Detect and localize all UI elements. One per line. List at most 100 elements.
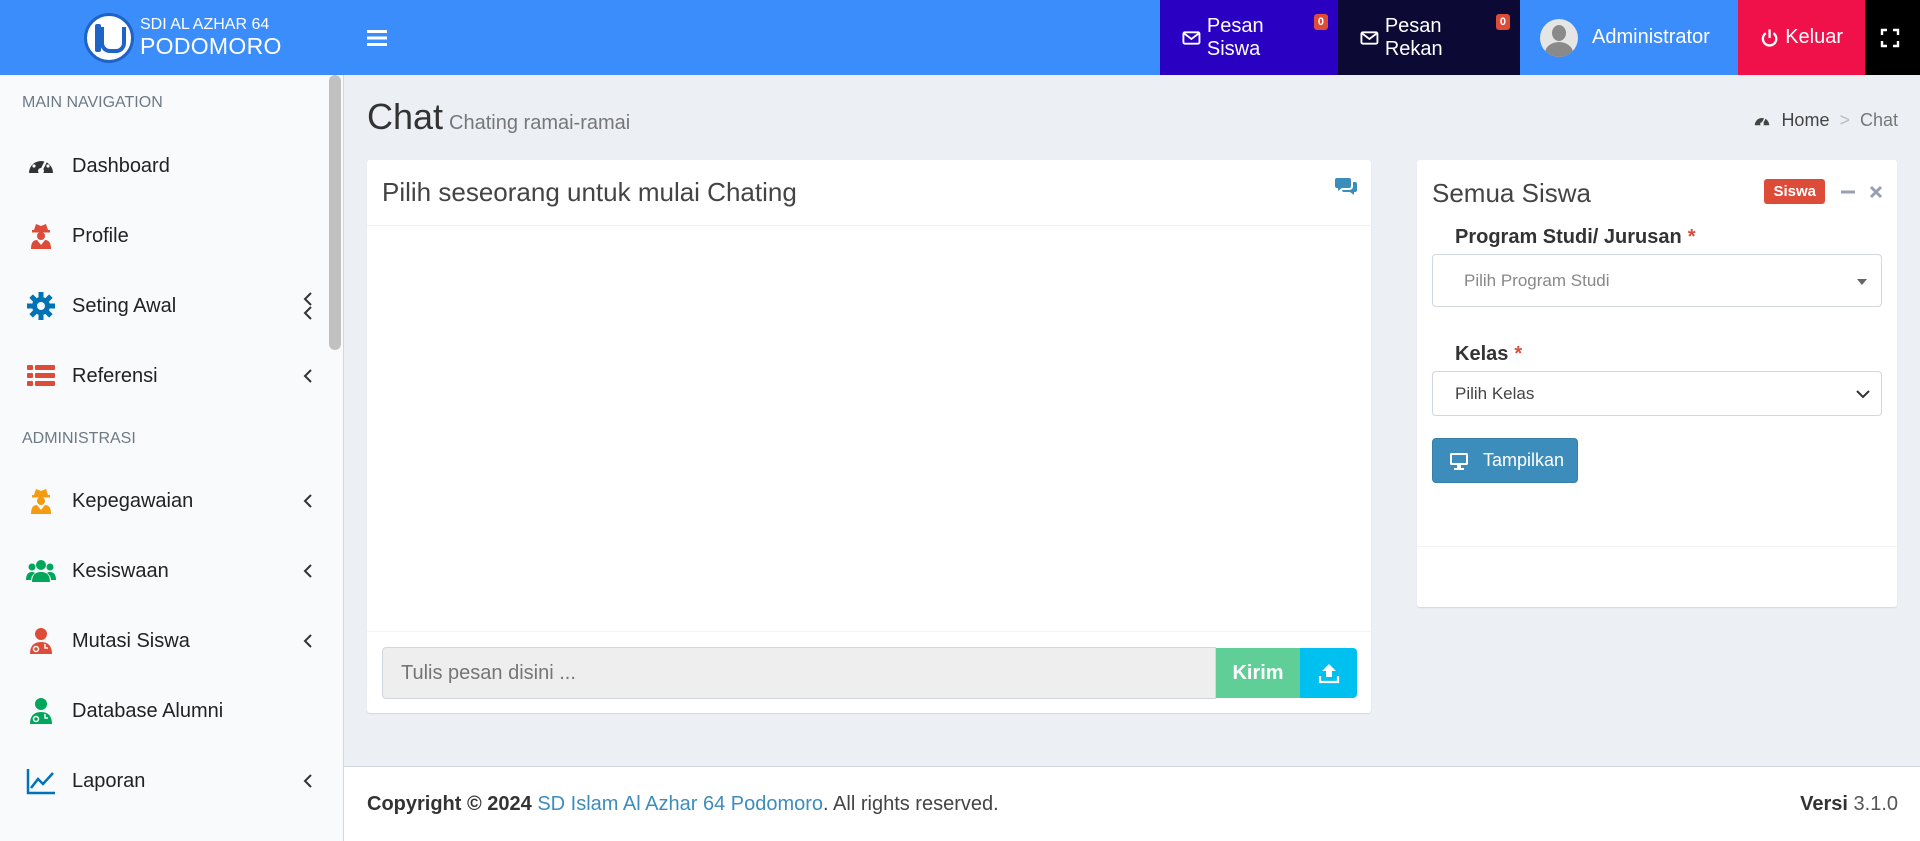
sidebar-item-kepegawaian[interactable]: Kepegawaian <box>0 466 343 536</box>
chevron-left-icon <box>303 564 312 578</box>
program-studi-select[interactable]: Pilih Program Studi <box>1432 254 1882 307</box>
user-md-icon <box>30 698 52 724</box>
close-icon[interactable] <box>1868 184 1884 200</box>
pesan-rekan-button[interactable]: Pesan Rekan 0 <box>1338 0 1520 75</box>
chevron-left-icon <box>303 494 312 508</box>
line-chart-icon <box>26 769 55 795</box>
chevron-left-icon <box>303 369 312 383</box>
sidebar-header-admin: ADMINISTRASI <box>22 429 136 447</box>
dashboard-icon <box>1755 117 1770 126</box>
pesan-siswa-button[interactable]: Pesan Siswa 0 <box>1160 0 1338 75</box>
required-mark: * <box>1514 343 1523 365</box>
pesan-siswa-badge: 0 <box>1313 14 1328 30</box>
pesan-rekan-badge: 0 <box>1495 14 1510 30</box>
sidebar-item-label: Kepegawaian <box>72 489 194 512</box>
avatar <box>1540 18 1578 57</box>
chevron-left-icon <box>303 306 312 320</box>
sidebar-toggle-button[interactable] <box>344 0 409 75</box>
desktop-icon <box>1450 452 1468 470</box>
envelope-icon <box>1360 30 1379 45</box>
logo-small-text: SDI AL AZHAR 64 <box>140 16 270 34</box>
sidebar-item-laporan[interactable]: Laporan <box>0 746 343 816</box>
school-logo-icon <box>84 12 134 63</box>
envelope-icon <box>1182 30 1201 45</box>
dashboard-icon <box>29 156 53 174</box>
tampilkan-label: Tampilkan <box>1483 450 1565 470</box>
sidebar-item-label: Mutasi Siswa <box>72 629 190 652</box>
chevron-left-icon <box>303 774 312 788</box>
message-input[interactable] <box>382 647 1216 699</box>
fullscreen-icon <box>1880 28 1899 47</box>
user-md-icon <box>30 628 52 654</box>
sidebar-item-seting-awal[interactable]: Seting Awal <box>0 271 343 341</box>
fullscreen-button[interactable] <box>1865 0 1920 75</box>
sidebar-item-label: Seting Awal <box>72 294 177 317</box>
siswa-panel-footer <box>1417 546 1897 607</box>
content-header: Chat Chating ramai-ramai <box>367 96 630 138</box>
school-link[interactable]: SD Islam Al Azhar 64 Podomoro <box>537 793 823 816</box>
upload-button[interactable] <box>1300 648 1357 698</box>
users-icon <box>26 560 56 582</box>
gear-icon <box>27 292 55 320</box>
siswa-panel-title: Semua Siswa <box>1432 177 1591 208</box>
chat-box: Pilih seseorang untuk mulai Chating Kiri… <box>367 160 1371 713</box>
chevron-down-icon <box>1856 390 1870 399</box>
program-studi-label: Program Studi/ Jurusan <box>1455 226 1682 248</box>
brand-logo[interactable]: SDI AL AZHAR 64 PODOMORO <box>0 0 344 75</box>
kelas-select[interactable]: Pilih Kelas <box>1432 371 1882 416</box>
kelas-selected-value: Pilih Kelas <box>1455 383 1535 403</box>
breadcrumb: Home > Chat <box>1753 110 1898 131</box>
sidebar-item-label: Laporan <box>72 769 146 792</box>
siswa-panel: Semua Siswa Siswa Program Studi/ Jurusan… <box>1417 160 1897 607</box>
sidebar-header-main: MAIN NAVIGATION <box>22 94 163 111</box>
top-navbar: SDI AL AZHAR 64 PODOMORO Pesan Siswa 0 P… <box>0 0 1920 75</box>
page-footer: Copyright © 2024 SD Islam Al Azhar 64 Po… <box>344 766 1920 841</box>
rights-text: . All rights reserved. <box>823 792 999 815</box>
pesan-rekan-label: Pesan Rekan <box>1384 14 1443 60</box>
power-icon <box>1761 28 1778 47</box>
program-studi-placeholder: Pilih Program Studi <box>1464 270 1610 290</box>
caret-down-icon <box>1857 279 1867 285</box>
sidebar-item-dashboard[interactable]: Dashboard <box>0 131 343 201</box>
chat-input-group: Kirim <box>367 631 1371 713</box>
required-mark: * <box>1687 226 1696 248</box>
user-name: Administrator <box>1592 26 1710 48</box>
user-secret-icon <box>31 224 51 249</box>
sidebar-item-profile[interactable]: Profile <box>0 201 343 271</box>
copyright-text: Copyright © 2024 <box>367 792 532 815</box>
kelas-label: Kelas <box>1455 343 1509 365</box>
sidebar-item-label: Kesiswaan <box>72 559 169 582</box>
version-number: 3.1.0 <box>1853 792 1898 815</box>
chat-box-title: Pilih seseorang untuk mulai Chating <box>382 177 797 207</box>
sidebar-item-database-alumni[interactable]: Database Alumni <box>0 676 343 746</box>
user-menu-button[interactable]: Administrator <box>1520 0 1738 75</box>
pesan-siswa-label: Pesan Siswa <box>1206 14 1264 60</box>
page-title: Chat <box>367 96 444 137</box>
logout-button[interactable]: Keluar <box>1738 0 1865 75</box>
comments-icon[interactable] <box>1335 176 1357 196</box>
breadcrumb-current: Chat <box>1859 110 1898 130</box>
list-icon <box>27 365 55 386</box>
sidebar-item-kesiswaan[interactable]: Kesiswaan <box>0 536 343 606</box>
upload-icon <box>1318 664 1339 684</box>
tampilkan-button[interactable]: Tampilkan <box>1432 438 1578 483</box>
hamburger-icon <box>366 29 387 46</box>
sidebar-item-label: Referensi <box>72 364 158 387</box>
sidebar-item-mutasi-siswa[interactable]: Mutasi Siswa <box>0 606 343 676</box>
send-button[interactable]: Kirim <box>1216 648 1300 698</box>
page-subtitle: Chating ramai-ramai <box>449 112 631 134</box>
user-secret-icon <box>31 489 51 514</box>
chevron-left-icon <box>303 292 312 306</box>
sidebar-item-referensi[interactable]: Referensi <box>0 341 343 411</box>
breadcrumb-home-link[interactable]: Home <box>1781 110 1829 131</box>
sidebar-item-label: Dashboard <box>72 154 170 177</box>
version-label: Versi <box>1800 792 1848 815</box>
logo-big-text: PODOMORO <box>140 32 282 59</box>
status-badge: Siswa <box>1764 179 1825 204</box>
logout-label: Keluar <box>1785 26 1843 48</box>
sidebar-item-label: Profile <box>72 224 129 247</box>
sidebar: MAIN NAVIGATION Dashboard Profile Seting… <box>0 75 344 841</box>
chevron-left-icon <box>303 634 312 648</box>
minus-icon[interactable] <box>1840 184 1856 200</box>
sidebar-item-label: Database Alumni <box>72 699 224 722</box>
